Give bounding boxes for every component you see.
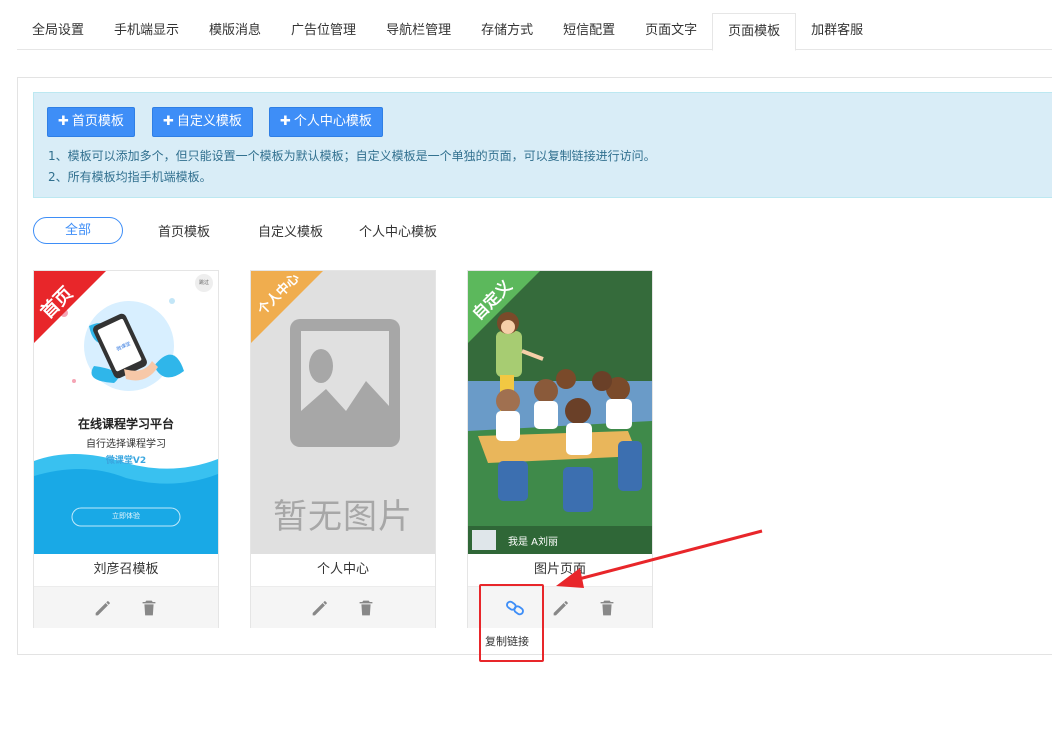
filter-home[interactable]: 首页模板 (158, 221, 210, 240)
add-home-template-button[interactable]: ✚ 首页模板 (47, 107, 135, 137)
edit-icon[interactable] (309, 597, 331, 619)
tab-join-group-service[interactable]: 加群客服 (796, 13, 878, 50)
info-notice: ✚ 首页模板 ✚ 自定义模板 ✚ 个人中心模板 1、模板可以添加多个，但只能设置一个模… (33, 92, 1052, 198)
settings-tabs: 全局设置 手机端显示 模版消息 广告位管理 导航栏管理 存储方式 短信配置 页面… (17, 13, 1052, 51)
trash-icon[interactable] (138, 597, 160, 619)
tab-page-text[interactable]: 页面文字 (630, 13, 712, 50)
note-line-2: 2、所有模板均指手机端模板。 (48, 170, 212, 184)
thumb-brand: 微课堂V2 (105, 456, 147, 466)
add-personal-template-label: 个人中心模板 (293, 114, 372, 129)
trash-icon[interactable] (355, 597, 377, 619)
thumb-try-button: 立即体验 (112, 512, 140, 520)
add-custom-template-button[interactable]: ✚ 自定义模板 (152, 107, 253, 137)
plus-icon: ✚ (58, 114, 69, 129)
edit-icon[interactable] (550, 597, 572, 619)
card-actions (251, 586, 435, 628)
add-personal-template-button[interactable]: ✚ 个人中心模板 (269, 107, 383, 137)
template-card: 在线课程学习平台 自行选择课程学习 微课堂V2 立即体验 跳过 微课堂 首页 刘… (33, 270, 219, 628)
plus-icon: ✚ (163, 114, 174, 129)
tab-nav-bar[interactable]: 导航栏管理 (371, 13, 466, 50)
templates-panel: ✚ 首页模板 ✚ 自定义模板 ✚ 个人中心模板 1、模板可以添加多个，但只能设置一个模… (17, 77, 1052, 655)
no-image-text: 暂无图片 (273, 497, 413, 537)
add-home-template-label: 首页模板 (71, 114, 124, 129)
tab-mobile-display[interactable]: 手机端显示 (99, 13, 194, 50)
tab-page-templates[interactable]: 页面模板 (712, 13, 797, 51)
template-card: 暂无图片 个人中心 个人中心 (250, 270, 436, 628)
filter-all[interactable]: 全部 (33, 216, 123, 244)
highlight-box (479, 584, 544, 662)
filter-custom[interactable]: 自定义模板 (258, 221, 323, 240)
tab-storage[interactable]: 存储方式 (466, 13, 548, 50)
plus-icon: ✚ (280, 114, 291, 129)
thumb-skip-label: 跳过 (198, 280, 209, 286)
template-card: 我是 A刘丽 自定义 图片页面 (467, 270, 653, 628)
note-line-1: 1、模板可以添加多个，但只能设置一个模板为默认模板；自定义模板是一个单独的页面，… (48, 149, 656, 163)
tab-template-messages[interactable]: 模版消息 (194, 13, 276, 50)
tab-global-settings[interactable]: 全局设置 (17, 13, 99, 50)
card-actions (34, 586, 218, 628)
template-name: 图片页面 (533, 562, 586, 577)
template-thumbnail[interactable]: 暂无图片 个人中心 (251, 271, 435, 554)
filter-personal[interactable]: 个人中心模板 (359, 221, 437, 240)
template-thumbnail[interactable]: 在线课程学习平台 自行选择课程学习 微课堂V2 立即体验 跳过 微课堂 首页 (34, 271, 218, 554)
thumb-title: 在线课程学习平台 (77, 417, 174, 431)
template-filters: 全部 首页模板 自定义模板 个人中心模板 (33, 216, 437, 244)
tab-ad-slots[interactable]: 广告位管理 (276, 13, 371, 50)
add-custom-template-label: 自定义模板 (176, 114, 242, 129)
thumb-subtitle: 自行选择课程学习 (86, 439, 166, 450)
tab-sms-config[interactable]: 短信配置 (548, 13, 630, 50)
template-thumbnail[interactable]: 我是 A刘丽 自定义 (468, 271, 652, 554)
template-name: 个人中心 (316, 562, 369, 577)
template-name: 刘彦召模板 (93, 562, 159, 577)
edit-icon[interactable] (92, 597, 114, 619)
thumb-caption: 我是 A刘丽 (508, 537, 559, 548)
trash-icon[interactable] (596, 597, 618, 619)
